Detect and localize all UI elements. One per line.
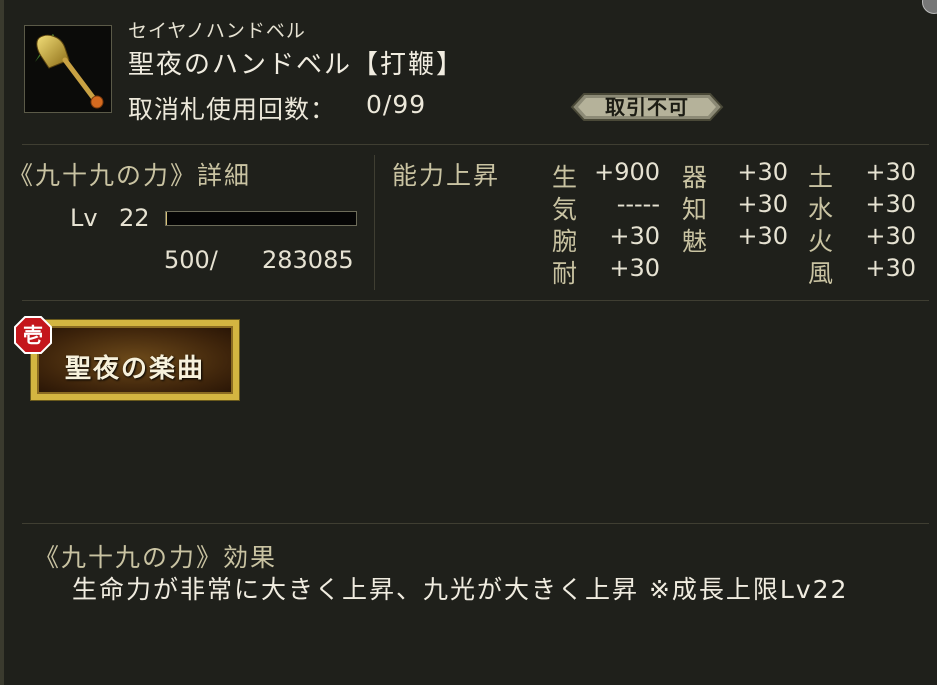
item-icon-frame bbox=[24, 25, 112, 113]
stat-value: +900 bbox=[594, 158, 660, 186]
cancel-count-label: 取消札使用回数： bbox=[128, 95, 337, 124]
trade-restriction-badge: 取引不可 bbox=[570, 92, 724, 122]
cancel-count-value: 0/99 bbox=[366, 90, 427, 119]
stat-value: +30 bbox=[737, 222, 788, 250]
skill-plate[interactable]: 聖夜の楽曲 bbox=[30, 319, 240, 401]
stat-value: +30 bbox=[737, 190, 788, 218]
divider-mid bbox=[22, 300, 929, 301]
skill-plate-inner: 聖夜の楽曲 bbox=[37, 326, 233, 394]
skill-name: 聖夜の楽曲 bbox=[64, 354, 205, 384]
stat-value: +30 bbox=[609, 222, 660, 250]
rank-badge-text: 壱 bbox=[23, 323, 43, 347]
stat-value: +30 bbox=[865, 190, 916, 218]
level-label: Lv bbox=[70, 204, 98, 232]
divider-top bbox=[22, 144, 929, 145]
divider-vertical bbox=[374, 155, 375, 290]
stat-value: +30 bbox=[865, 222, 916, 250]
stat-value: ----- bbox=[616, 190, 660, 218]
effect-description: 生命力が非常に大きく上昇、九光が大きく上昇 ※成長上限Lv22 bbox=[72, 575, 849, 604]
level-value: 22 bbox=[119, 204, 150, 232]
ability-heading: 能力上昇 bbox=[392, 161, 501, 190]
exp-max: 283085 bbox=[262, 246, 354, 274]
close-icon[interactable] bbox=[922, 0, 937, 14]
detail-heading: 《九十九の力》詳細 bbox=[8, 161, 252, 190]
stat-value: +30 bbox=[865, 254, 916, 282]
trade-restriction-text: 取引不可 bbox=[605, 95, 689, 119]
stat-value: +30 bbox=[737, 158, 788, 186]
stat-value: +30 bbox=[865, 158, 916, 186]
stat-value: +30 bbox=[609, 254, 660, 282]
handbell-icon bbox=[35, 34, 104, 109]
item-kana: セイヤノハンドベル bbox=[128, 20, 306, 42]
exp-current: 500/ bbox=[164, 246, 218, 274]
item-name: 聖夜のハンドベル【打鞭】 bbox=[128, 50, 465, 80]
effect-heading: 《九十九の力》効果 bbox=[34, 543, 278, 572]
divider-bottom bbox=[22, 523, 929, 524]
item-tooltip-panel: セイヤノハンドベル 聖夜のハンドベル【打鞭】 取消札使用回数： 0/99 取引不… bbox=[0, 0, 937, 685]
exp-progress-bar bbox=[165, 211, 357, 226]
